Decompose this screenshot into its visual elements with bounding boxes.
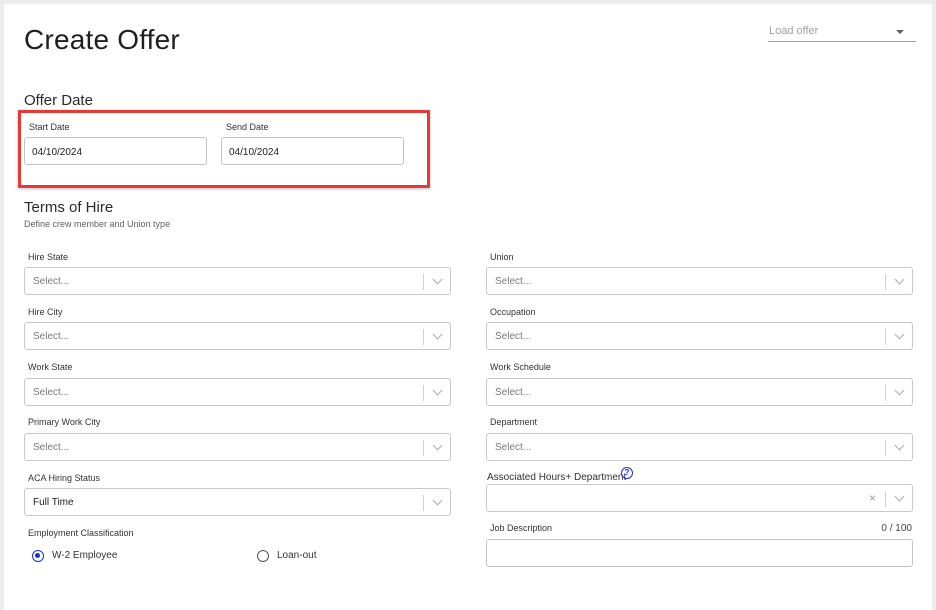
aca-hiring-status-select[interactable]: Full Time — [24, 488, 451, 516]
primary-work-city-value: Select... — [33, 442, 70, 453]
occupation-select[interactable]: Select... — [486, 322, 913, 350]
chevron-down-icon — [432, 329, 443, 340]
select-separator — [423, 440, 424, 456]
work-state-label: Work State — [28, 362, 73, 372]
primary-work-city-label: Primary Work City — [28, 417, 101, 427]
work-state-select[interactable]: Select... — [24, 378, 451, 406]
union-value: Select... — [495, 276, 532, 287]
hire-state-value: Select... — [33, 276, 70, 287]
highlight-box — [18, 110, 430, 188]
terms-heading: Terms of Hire — [24, 199, 114, 216]
hire-city-select[interactable]: Select... — [24, 322, 451, 350]
occupation-value: Select... — [495, 331, 532, 342]
caret-down-icon — [896, 30, 904, 34]
terms-subheading: Define crew member and Union type — [24, 219, 171, 229]
chevron-down-icon — [894, 491, 905, 502]
clear-icon[interactable]: × — [869, 491, 876, 505]
department-label: Department — [490, 417, 538, 427]
work-schedule-label: Work Schedule — [490, 362, 551, 372]
w2-employee-radio[interactable] — [32, 550, 44, 562]
offer-date-heading: Offer Date — [24, 92, 93, 109]
chevron-down-icon — [894, 274, 905, 285]
loan-out-label: Loan-out — [277, 550, 317, 561]
job-description-label: Job Description — [490, 523, 553, 533]
union-label: Union — [490, 252, 514, 262]
loan-out-radio[interactable] — [257, 550, 269, 562]
page-title: Create Offer — [24, 24, 180, 55]
work-schedule-value: Select... — [495, 387, 532, 398]
associated-hours-select[interactable]: × — [486, 484, 913, 512]
select-separator — [885, 274, 886, 290]
chevron-down-icon — [432, 495, 443, 506]
aca-hiring-status-value: Full Time — [33, 497, 74, 508]
chevron-down-icon — [894, 329, 905, 340]
chevron-down-icon — [432, 440, 443, 451]
work-state-value: Select... — [33, 387, 70, 398]
load-offer-select[interactable]: Load offer — [768, 21, 916, 42]
chevron-down-icon — [432, 385, 443, 396]
job-description-counter: 0 / 100 — [881, 523, 912, 534]
select-separator — [885, 329, 886, 345]
w2-employee-label: W-2 Employee — [52, 550, 118, 561]
job-description-input[interactable] — [486, 539, 913, 567]
department-select[interactable]: Select... — [486, 433, 913, 461]
chevron-down-icon — [894, 440, 905, 451]
occupation-label: Occupation — [490, 307, 536, 317]
hire-state-select[interactable]: Select... — [24, 267, 451, 295]
hire-state-label: Hire State — [28, 252, 69, 262]
help-icon[interactable]: ? — [621, 467, 633, 479]
employment-classification-label: Employment Classification — [28, 528, 134, 538]
select-separator — [423, 274, 424, 290]
load-offer-placeholder: Load offer — [769, 25, 819, 37]
work-schedule-select[interactable]: Select... — [486, 378, 913, 406]
hire-city-label: Hire City — [28, 307, 63, 317]
hire-city-value: Select... — [33, 331, 70, 342]
department-value: Select... — [495, 442, 532, 453]
associated-hours-label: Associated Hours+ Department — [487, 472, 627, 483]
select-separator — [885, 385, 886, 401]
chevron-down-icon — [894, 385, 905, 396]
union-select[interactable]: Select... — [486, 267, 913, 295]
primary-work-city-select[interactable]: Select... — [24, 433, 451, 461]
select-separator — [885, 440, 886, 456]
aca-hiring-status-label: ACA Hiring Status — [28, 473, 101, 483]
select-separator — [423, 329, 424, 345]
chevron-down-icon — [432, 274, 443, 285]
select-separator — [423, 495, 424, 511]
select-separator — [885, 491, 886, 507]
select-separator — [423, 385, 424, 401]
offer-form-card — [4, 4, 932, 610]
